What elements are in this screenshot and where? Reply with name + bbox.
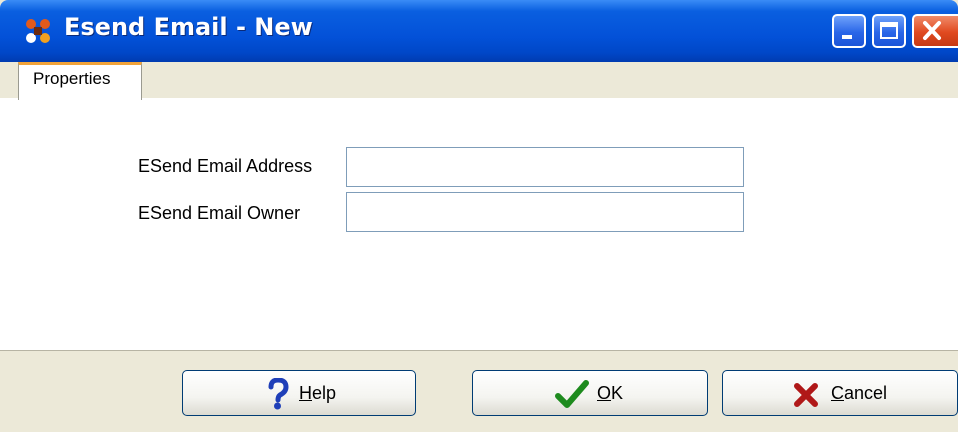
owner-field[interactable]	[346, 192, 744, 232]
minimize-button[interactable]	[832, 14, 866, 48]
tab-strip	[0, 62, 958, 99]
help-label: Help	[299, 383, 337, 403]
close-button[interactable]	[912, 14, 958, 48]
close-icon	[923, 21, 941, 40]
address-field[interactable]	[346, 147, 744, 187]
ok-label: OK	[597, 383, 624, 403]
ok-button[interactable]: OK	[472, 370, 708, 416]
help-button[interactable]: Help	[182, 370, 416, 416]
properties-panel: ESend Email Address ESend Email Owner	[0, 98, 958, 350]
checkmark-icon	[555, 380, 589, 408]
maximize-button[interactable]	[872, 14, 906, 48]
dialog-window: Esend Email - New Properties ESend Email…	[0, 0, 958, 432]
app-icon	[26, 19, 50, 43]
tab-properties-label: Properties	[33, 69, 111, 88]
cancel-label: Cancel	[831, 383, 888, 403]
maximize-icon	[880, 22, 898, 39]
tab-strip-edge	[0, 62, 18, 98]
question-icon	[268, 378, 289, 410]
address-label: ESend Email Address	[138, 156, 313, 176]
minimize-icon	[842, 35, 852, 39]
x-icon	[794, 383, 818, 407]
tab-properties[interactable]: Properties	[18, 62, 142, 100]
owner-label: ESend Email Owner	[138, 203, 301, 223]
title-bar[interactable]: Esend Email - New	[0, 0, 958, 62]
cancel-button[interactable]: Cancel	[722, 370, 958, 416]
window-title: Esend Email - New	[64, 13, 313, 41]
